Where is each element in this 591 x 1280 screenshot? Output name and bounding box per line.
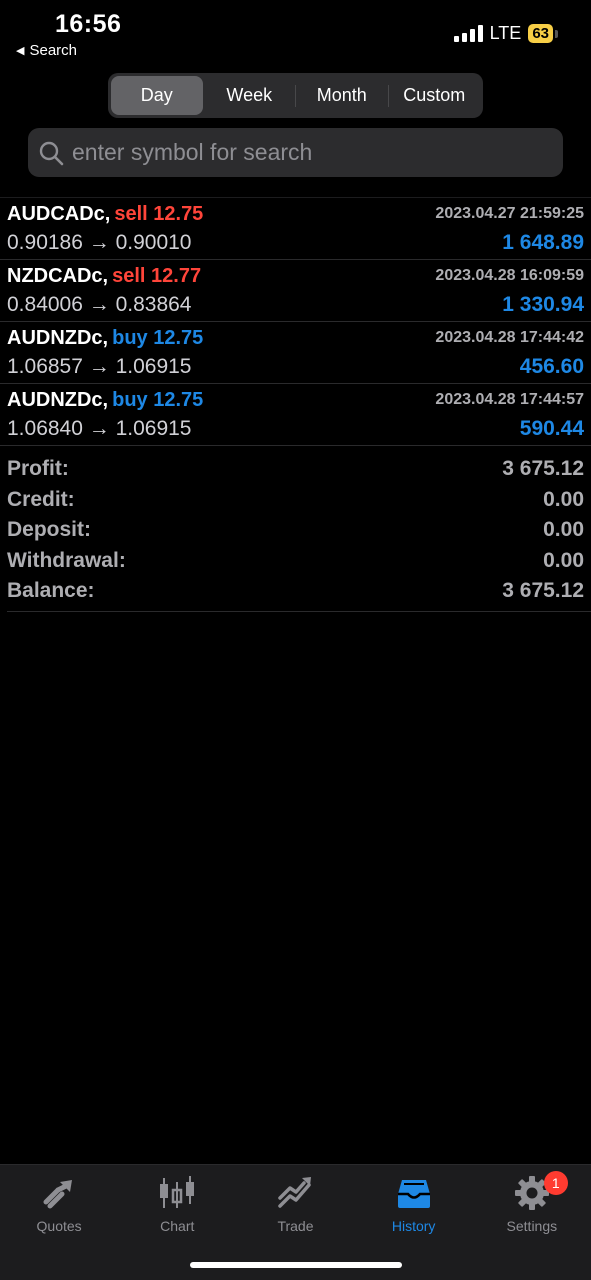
deal-date: 2023.04.28 16:09:59 [435,267,584,284]
summary-value: 3 675.12 [502,579,584,603]
tab-label: Settings [506,1218,558,1234]
deal-side: buy 12.75 [112,327,204,349]
deals-list: AUDCADc, sell 12.75 2023.04.27 21:59:25 … [0,198,591,446]
deal-symbol: AUDNZDc, [7,389,109,411]
deal-side: sell 12.75 [114,203,204,225]
summary-row-deposit: Deposit: 0.00 [7,515,584,546]
summary-value: 0.00 [543,518,584,542]
summary-label: Credit: [7,487,75,511]
period-week-tab[interactable]: Week [204,76,296,115]
battery-icon: 63 [528,24,558,43]
period-day-tab[interactable]: Day [111,76,203,115]
history-icon [397,1180,430,1208]
deal-title: NZDCADc, sell 12.77 [7,265,201,288]
chart-icon [160,1176,195,1208]
deal-symbol: AUDCADc, [7,203,111,225]
status-indicators: LTE 63 [453,23,558,44]
period-custom-tab[interactable]: Custom [389,76,481,115]
summary-value: 0.00 [543,548,584,572]
deal-side: sell 12.77 [112,265,202,287]
back-label: Search [29,42,77,59]
deal-profit: 590.44 [519,417,584,440]
deal-prices: 0.84006 → 0.83864 [7,293,192,316]
summary-label: Balance: [7,579,95,603]
summary-label: Profit: [7,457,69,481]
network-type: LTE [489,23,522,43]
summary-row-withdrawal: Withdrawal: 0.00 [7,546,584,577]
deal-title: AUDNZDc, buy 12.75 [7,327,203,350]
summary-label: Deposit: [7,518,91,542]
deal-date: 2023.04.27 21:59:25 [435,205,584,222]
search-icon [39,141,64,165]
deal-prices: 1.06840 → 1.06915 [7,417,192,440]
account-summary: Profit: 3 675.12 Credit: 0.00 Deposit: 0… [7,454,584,607]
home-indicator[interactable] [190,1262,402,1268]
deal-title: AUDNZDc, buy 12.75 [7,389,203,412]
tab-label: Trade [277,1218,314,1234]
summary-row-credit: Credit: 0.00 [7,485,584,516]
deal-row[interactable]: AUDNZDc, buy 12.75 2023.04.28 17:44:42 1… [0,322,591,384]
summary-value: 3 675.12 [502,457,584,481]
summary-row-balance: Balance: 3 675.12 [7,576,584,607]
deal-symbol: NZDCADc, [7,265,109,287]
deal-title: AUDCADc, sell 12.75 [7,203,203,226]
summary-row-profit: Profit: 3 675.12 [7,454,584,485]
tab-quotes[interactable]: Quotes [0,1165,118,1280]
period-month-tab[interactable]: Month [296,76,388,115]
back-arrow-icon: ◀ [16,45,25,57]
quotes-icon [43,1180,73,1209]
deal-profit: 1 330.94 [502,293,584,316]
notification-badge: 1 [543,1171,568,1195]
deal-symbol: AUDNZDc, [7,327,109,349]
symbol-search-bar[interactable] [28,128,563,177]
deal-prices: 1.06857 → 1.06915 [7,355,192,378]
period-selector: Day Week Month Custom [108,73,483,118]
tab-label: History [391,1218,436,1234]
summary-value: 0.00 [543,487,584,511]
deal-date: 2023.04.28 17:44:57 [435,391,584,408]
deal-row[interactable]: AUDCADc, sell 12.75 2023.04.27 21:59:25 … [0,198,591,260]
trade-icon [278,1177,312,1208]
status-time: 16:56 [55,10,122,38]
back-to-search-link[interactable]: ◀ Search [16,42,77,59]
status-bar: 16:56 ◀ Search LTE 63 [0,0,591,66]
summary-label: Withdrawal: [7,548,126,572]
deal-prices: 0.90186 → 0.90010 [7,231,192,254]
divider [7,611,591,612]
search-input[interactable] [72,139,563,166]
tab-settings[interactable]: 1 Settings [473,1165,591,1280]
tab-label: Chart [160,1218,195,1234]
signal-icon [453,25,483,42]
deal-row[interactable]: NZDCADc, sell 12.77 2023.04.28 16:09:59 … [0,260,591,322]
deal-profit: 456.60 [519,355,584,378]
deal-date: 2023.04.28 17:44:42 [435,329,584,346]
deal-profit: 1 648.89 [502,231,584,254]
deal-row[interactable]: AUDNZDc, buy 12.75 2023.04.28 17:44:57 1… [0,384,591,446]
tab-label: Quotes [36,1218,82,1234]
deal-side: buy 12.75 [112,389,204,411]
